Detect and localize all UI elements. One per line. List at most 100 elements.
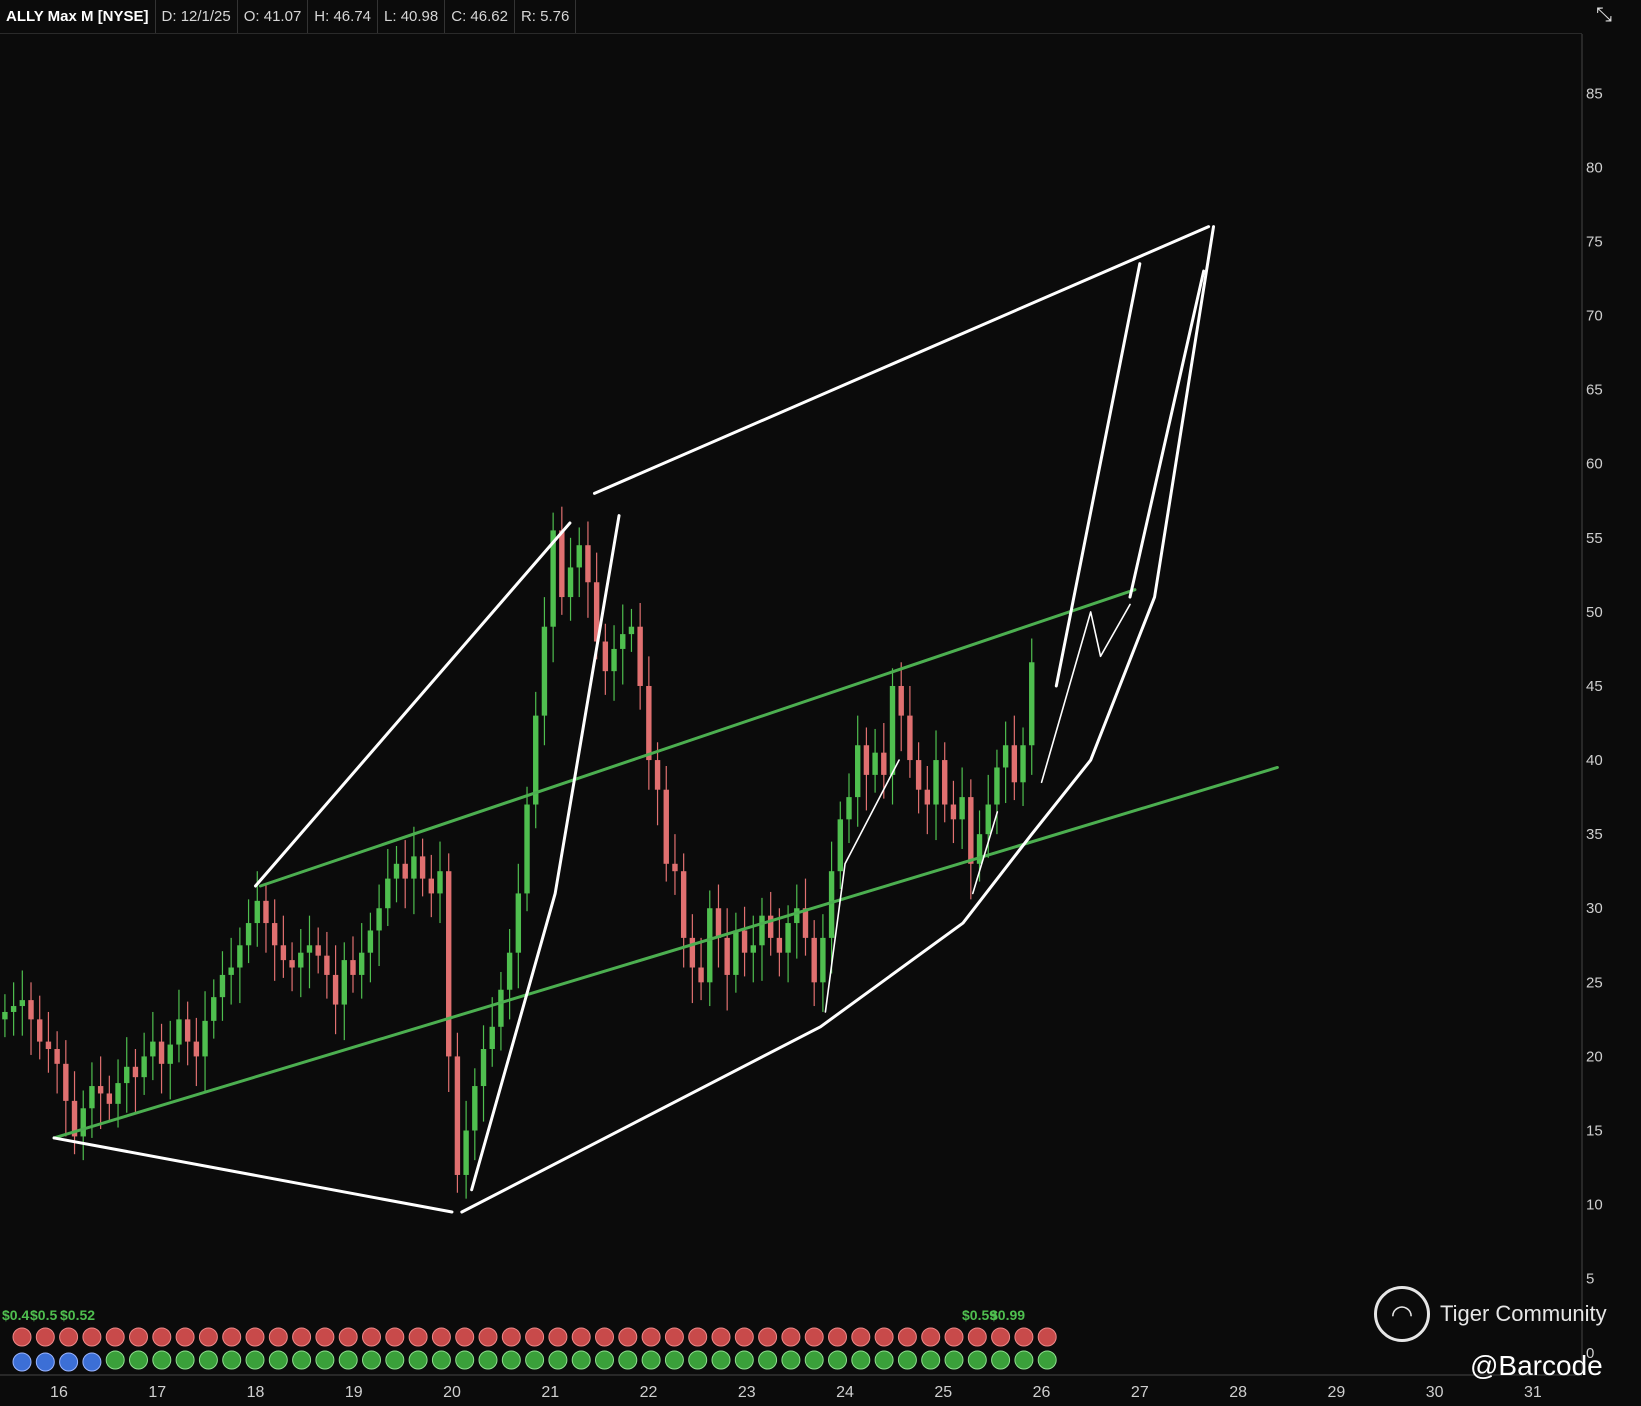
candle-body [245,923,252,946]
x-tick-label: 17 [148,1384,166,1401]
candle-body [942,760,948,805]
candle-body [271,923,278,946]
candle-body [680,871,687,938]
candle-body [541,626,548,716]
earnings-marker-icon [851,1327,871,1347]
dividend-marker-icon [828,1350,847,1370]
candle-body [124,1066,130,1084]
x-tick-label: 18 [247,1384,265,1401]
earnings-marker-icon [944,1327,964,1347]
trendline-projection-lower [460,225,1216,1214]
candle-body [898,685,904,716]
candle-body [654,760,661,790]
candle-body [889,685,896,775]
dividend-marker-icon [198,1350,218,1370]
candle-body [498,989,504,1027]
dividend-marker-icon [1014,1350,1034,1370]
trendline-projection-upper [253,521,572,888]
dividend-marker-icon [431,1350,451,1370]
x-tick-label: 25 [934,1384,952,1401]
candle-body [811,937,817,983]
earnings-marker-icon [245,1327,265,1347]
earnings-marker-icon [152,1327,172,1347]
candle-body [820,937,826,983]
candle-body [994,767,1000,805]
earnings-marker-icon [897,1327,917,1347]
x-tick-label: 16 [50,1384,68,1401]
candle-body [202,1020,208,1057]
candle-body [794,908,800,924]
candle-body [663,789,669,864]
candle-body [968,797,974,864]
dividend-marker-icon [1037,1350,1057,1370]
candle-body [698,967,704,983]
dividend-marker-icon [268,1350,288,1370]
tiger-logo-icon: ◠ [1374,1286,1430,1342]
candle-body [785,923,791,953]
candle-body [254,900,260,924]
trendline-projection-top [592,225,1211,495]
trendline-projection-base [52,1136,454,1214]
candle-body [393,863,400,879]
candle-body [45,1041,52,1050]
dividend-marker-icon [455,1350,475,1370]
dividend-marker-icon [711,1350,731,1370]
candle-body [855,745,861,798]
earnings-marker-icon [571,1327,591,1347]
candle-body [715,908,722,938]
price-chart[interactable]: 051015202530354045505560657075808516 17 18… [0,0,1641,1406]
dividend-marker-icon [408,1350,428,1370]
x-tick-label: 29 [1327,1384,1345,1401]
candle-body [80,1108,86,1137]
dividend-marker-icon [548,1350,568,1370]
y-tick-label: 80 [1586,159,1603,176]
candle-body [315,945,321,956]
earnings-marker-icon [664,1327,684,1347]
dividend-marker-icon [385,1350,405,1370]
earnings-marker-icon [222,1327,242,1347]
earnings-marker-icon [338,1327,358,1347]
candle-body [646,685,652,761]
candle-body [428,878,435,894]
candle-body [97,1086,104,1094]
dividend-marker-icon [851,1350,871,1370]
dividend-marker-icon [315,1350,335,1370]
candle-body [750,945,756,953]
earnings-marker-icon [315,1327,335,1347]
candle-body [132,1066,139,1078]
candle-body [776,937,783,953]
candle-body [89,1086,95,1109]
event-marker-icon [35,1352,55,1372]
y-tick-label: 35 [1586,826,1603,843]
earnings-marker-icon [734,1327,754,1347]
candle-body [2,1011,8,1020]
dividend-marker-icon [362,1350,381,1370]
candle-body [341,960,347,1005]
candle-body [489,1026,495,1050]
x-tick-label: 26 [1033,1384,1051,1401]
author-handle: @Barcode [1470,1350,1603,1381]
trendline-projection-line-a [1054,262,1142,688]
y-tick-label: 30 [1586,900,1603,917]
dividend-marker-icon [758,1350,778,1370]
candle-body [141,1056,147,1078]
candle-body [376,908,382,931]
x-tick-label: 23 [738,1384,756,1401]
earnings-marker-icon [618,1327,638,1347]
dividend-marker-icon [874,1350,894,1370]
candle-body [1002,745,1009,768]
earnings-marker-icon [35,1327,55,1347]
x-tick-label: 27 [1131,1384,1149,1401]
x-tick-label: 28 [1229,1384,1247,1401]
dividend-marker-icon [129,1350,148,1370]
candle-body [611,648,617,672]
earnings-marker-icon [478,1327,498,1347]
x-tick-label: 19 [345,1384,363,1401]
dividend-marker-icon [478,1350,498,1370]
dividend-marker-icon [571,1350,591,1370]
candle-body [524,804,530,894]
candle-body [637,626,643,686]
earnings-marker-icon [12,1327,32,1347]
x-tick-label: 30 [1426,1384,1444,1401]
earnings-marker-icon [921,1327,941,1347]
